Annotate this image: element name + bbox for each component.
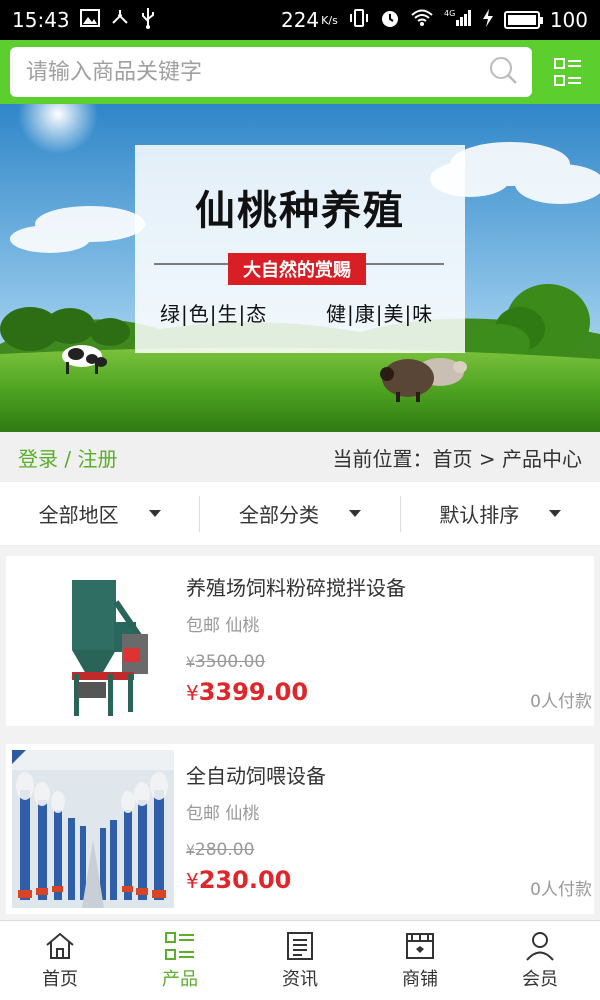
payment-count: 0人付款 <box>530 692 592 712</box>
banner-left-words: 绿|色|生|态 <box>160 302 268 326</box>
battery-fill <box>507 15 536 25</box>
nav-member-label: 会员 <box>522 968 558 990</box>
product-title[interactable]: 养殖场饲料粉碎搅拌设备 <box>186 572 580 601</box>
login-register-link[interactable]: 登录 / 注册 <box>18 443 117 472</box>
filter-category-dropdown[interactable]: 全部分类 <box>199 495 399 532</box>
product-tags: 包邮 仙桃 <box>186 616 260 636</box>
banner-tagline: 大自然的赏赐 <box>243 260 351 281</box>
payment-count: 0人付款 <box>530 880 592 900</box>
currency-symbol: ¥ <box>186 869 199 893</box>
news-icon <box>287 931 313 960</box>
product-info: 养殖场饲料粉碎搅拌设备 包邮 仙桃 ¥3500.00 ¥3399.00 <box>174 562 580 720</box>
nav-stores[interactable]: 商铺 <box>360 921 480 1000</box>
currency-symbol: ¥ <box>186 655 195 671</box>
filter-region-dropdown[interactable]: 全部地区 <box>0 496 199 532</box>
status-time: 15:43 <box>12 8 70 32</box>
nav-member[interactable]: 会员 <box>480 921 600 1000</box>
filter-bar: 全部地区 全部分类 默认排序 <box>0 482 600 546</box>
chevron-down-icon <box>549 510 562 517</box>
product-card[interactable]: 养殖场饲料粉碎搅拌设备 包邮 仙桃 ¥3500.00 ¥3399.00 0人付款 <box>6 556 594 726</box>
location-bar: 登录 / 注册 当前位置：首页 > 产品中心 <box>0 432 600 482</box>
product-card[interactable]: 全自动饲喂设备 包邮 仙桃 ¥280.00 ¥230.00 0人付款 <box>6 744 594 914</box>
nav-home-label: 首页 <box>42 968 78 990</box>
currency-symbol: ¥ <box>186 681 199 705</box>
filter-category-label: 全部分类 <box>238 503 319 527</box>
status-bar: 15:43 224 K/s 4G 100 <box>0 0 600 40</box>
chevron-down-icon <box>148 510 161 517</box>
home-icon <box>46 932 74 959</box>
user-icon <box>526 931 554 961</box>
sale-price-value: 230.00 <box>198 866 292 894</box>
filter-sort-label: 默认排序 <box>439 503 520 527</box>
battery-icon <box>503 11 543 29</box>
vibrate-icon <box>348 8 370 32</box>
promo-banner[interactable]: 仙桃种养殖 大自然的赏赐 绿|色|生|态 健|康|美|味 <box>0 104 600 432</box>
nav-products-label: 产品 <box>162 968 198 990</box>
search-input[interactable] <box>26 59 489 85</box>
alarm-icon <box>380 8 400 32</box>
nav-home[interactable]: 首页 <box>0 921 120 1000</box>
original-price: ¥3500.00 <box>186 652 265 672</box>
sale-price-value: 3399.00 <box>198 678 309 706</box>
sale-price: ¥3399.00 <box>186 678 308 706</box>
usb-icon <box>140 7 156 33</box>
original-price-value: 3500.00 <box>194 652 266 672</box>
net-speed-unit: K/s <box>321 13 338 27</box>
banner-right-words: 健|康|美|味 <box>326 302 434 326</box>
filter-sort-dropdown[interactable]: 默认排序 <box>399 495 600 532</box>
nav-stores-label: 商铺 <box>402 968 438 990</box>
signal-icon: 4G <box>444 8 472 32</box>
product-image[interactable] <box>12 750 174 908</box>
share-icon <box>110 8 130 32</box>
chevron-down-icon <box>348 510 361 517</box>
category-menu-icon[interactable] <box>546 50 590 94</box>
store-icon <box>406 932 434 959</box>
original-price: ¥280.00 <box>186 840 254 860</box>
sale-price: ¥230.00 <box>186 866 291 894</box>
original-price-value: 280.00 <box>194 840 255 860</box>
product-info: 全自动饲喂设备 包邮 仙桃 ¥280.00 ¥230.00 <box>174 750 580 908</box>
currency-symbol: ¥ <box>186 843 195 859</box>
filter-region-label: 全部地区 <box>38 503 119 527</box>
product-image[interactable] <box>12 562 174 720</box>
wifi-icon <box>410 8 434 32</box>
image-icon <box>79 9 100 31</box>
product-tags: 包邮 仙桃 <box>186 804 260 824</box>
nav-news[interactable]: 资讯 <box>240 921 360 1000</box>
search-box[interactable] <box>10 47 533 97</box>
product-grid-icon <box>165 931 194 960</box>
net-speed: 224 <box>280 8 320 32</box>
banner-title: 仙桃种养殖 <box>195 187 405 234</box>
bottom-nav: 首页 产品 资讯 商铺 会员 <box>0 920 600 1000</box>
product-title[interactable]: 全自动饲喂设备 <box>186 760 580 789</box>
battery-level: 100 <box>549 8 588 32</box>
product-list: 养殖场饲料粉碎搅拌设备 包邮 仙桃 ¥3500.00 ¥3399.00 0人付款 <box>6 556 594 932</box>
nav-news-label: 资讯 <box>282 968 318 990</box>
charging-icon <box>482 8 494 32</box>
svg-text:4G: 4G <box>444 9 455 18</box>
search-header <box>0 40 600 104</box>
nav-products[interactable]: 产品 <box>120 921 240 1000</box>
breadcrumb: 当前位置：首页 > 产品中心 <box>332 446 582 471</box>
search-icon[interactable] <box>488 55 518 89</box>
